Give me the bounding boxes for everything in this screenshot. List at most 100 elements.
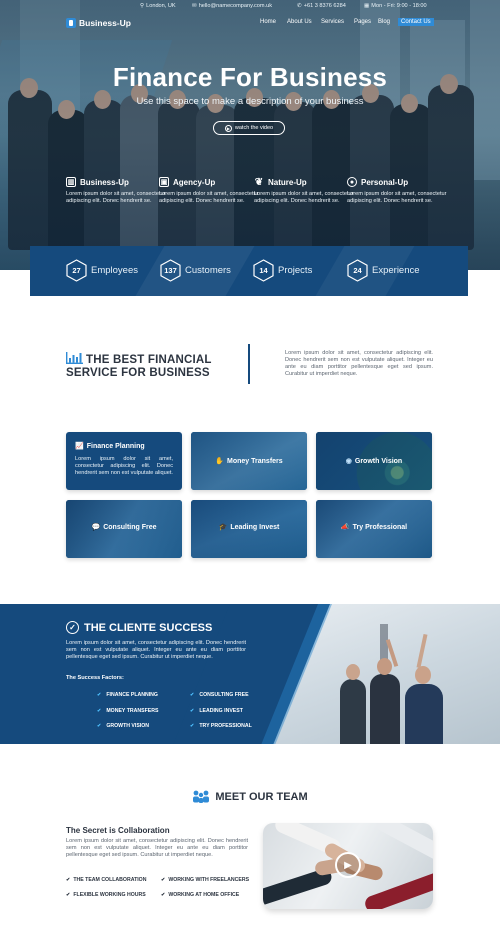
calendar-icon: ▦: [364, 3, 370, 9]
service-title: Money Transfers: [227, 457, 283, 465]
hero-section: [0, 0, 500, 270]
best-title-line-1: THE BEST FINANCIAL: [86, 354, 212, 366]
best-service-description: Lorem ipsum dolor sit amet, consectetur …: [285, 350, 433, 377]
team-people-icon: [193, 790, 210, 803]
stat-label: Experience: [372, 265, 420, 276]
hours-text: Mon - Fri: 9:00 - 18:00: [371, 3, 427, 9]
feature-title: Nature-Up: [268, 177, 307, 187]
hand-coin-icon: ✋: [215, 458, 225, 465]
service-card-leading-invest[interactable]: 🎓 Leading Invest: [191, 500, 307, 558]
stat-customers: 137 Customers: [160, 259, 231, 282]
client-success-title: THE CLIENTE SUCCESS: [84, 621, 213, 634]
service-card-try-professional[interactable]: 📣 Try Professional: [316, 500, 432, 558]
chart-icon: 📈: [75, 443, 84, 450]
phone-info[interactable]: ✆ +61 3 8376 6284: [297, 3, 346, 9]
megaphone-icon: 📣: [340, 524, 350, 531]
feature-description: Lorem ipsum dolor sit amet, consectetur …: [254, 191, 354, 204]
eye-icon: ◉: [345, 458, 352, 465]
service-card-finance-planning[interactable]: 📈 Finance Planning Lorem ipsum dolor sit …: [66, 432, 182, 490]
email-text[interactable]: hello@namecompany.com.uk: [199, 3, 272, 9]
brand-name: Business-Up: [79, 18, 131, 28]
check-circle-icon: ✓: [66, 621, 79, 634]
team-heading: MEET OUR TEAM: [0, 790, 500, 804]
team-feature-item: ✔ FLEXIBLE WORKING HOURS: [66, 892, 146, 898]
stat-label: Projects: [278, 265, 313, 276]
phone-text[interactable]: +61 3 8376 6284: [304, 3, 346, 9]
nav-about-us[interactable]: About Us: [287, 19, 312, 25]
feature-description: Lorem ipsum dolor sit amet, consectetur …: [347, 191, 447, 204]
success-factor-item: ✔ MONEY TRANSFERS: [97, 708, 159, 714]
check-icon: ✔: [190, 723, 195, 729]
envelope-icon: ✉: [192, 3, 197, 9]
stat-projects: 14 Projects: [253, 259, 312, 282]
leaf-icon: ❦: [254, 176, 264, 188]
bar-chart-icon: [66, 352, 83, 364]
nav-contact-us[interactable]: Contact Us: [398, 18, 434, 26]
stats-bar: 27 Employees 137 Customers 14 Projects 2…: [30, 246, 468, 296]
success-factors-label: The Success Factors:: [66, 675, 124, 681]
feature-business-up: ▥ Business-Up Lorem ipsum dolor sit amet,…: [66, 177, 166, 205]
service-title: Consulting Free: [103, 523, 157, 531]
team-feature-item: ✔ THE TEAM COLLABORATION: [66, 877, 147, 883]
service-card-growth-vision[interactable]: ◉ Growth Vision: [316, 432, 432, 490]
feature-agency-up: ▣ Agency-Up Lorem ipsum dolor sit amet, c…: [159, 177, 259, 205]
email-info[interactable]: ✉ hello@namecompany.com.uk: [192, 3, 272, 9]
watch-video-label: watch the video: [234, 125, 274, 131]
success-factor-item: ✔ LEADING INVEST: [190, 708, 243, 714]
service-card-consulting-free[interactable]: 💬 Consulting Free: [66, 500, 182, 558]
check-icon: ✔: [190, 708, 195, 714]
team-description: Lorem ipsum dolor sit amet, consectetur …: [66, 838, 248, 858]
check-icon: ✔: [97, 708, 102, 714]
client-success-heading: ✓ THE CLIENTE SUCCESS: [66, 621, 212, 634]
success-factor-item: ✔ GROWTH VISION: [97, 723, 150, 729]
nav-blog[interactable]: Blog: [378, 19, 390, 25]
location-pin-icon: ⚲: [140, 3, 145, 9]
hero-overlay: [0, 0, 500, 270]
stat-experience: 24 Experience: [347, 259, 420, 282]
feature-description: Lorem ipsum dolor sit amet, consectetur …: [159, 191, 259, 204]
service-title: Try Professional: [352, 523, 408, 531]
vertical-divider: [248, 344, 250, 384]
chat-icon: 💬: [91, 524, 101, 531]
hexagon-badge: 14: [253, 259, 274, 282]
service-title: Growth Vision: [354, 457, 403, 465]
location-text: London, UK: [146, 3, 176, 9]
stat-value: 137: [164, 266, 177, 275]
success-factor-item: ✔ FINANCE PLANNING: [97, 692, 158, 698]
watch-video-button[interactable]: ▶ watch the video: [213, 121, 285, 135]
feature-title: Personal-Up: [361, 177, 409, 187]
top-info-bar: ⚲ London, UK ✉ hello@namecompany.com.uk ✆ +…: [0, 3, 500, 14]
nav-services[interactable]: Services: [321, 19, 344, 25]
client-success-description: Lorem ipsum dolor sit amet, consectetur …: [66, 640, 246, 660]
image-icon: ▣: [159, 177, 169, 187]
play-icon: ▶: [224, 124, 232, 132]
building-icon: ▥: [66, 177, 76, 187]
stat-value: 14: [259, 266, 268, 275]
stat-value: 24: [353, 266, 362, 275]
user-icon: ●: [347, 177, 357, 187]
feature-nature-up: ❦ Nature-Up Lorem ipsum dolor sit amet, c…: [254, 177, 354, 205]
feature-description: Lorem ipsum dolor sit amet, consectetur …: [66, 191, 166, 204]
nav-pages[interactable]: Pages: [354, 19, 371, 25]
success-factor-item: ✔ CONSULTING FREE: [190, 692, 249, 698]
hero-title: Finance For Business: [112, 62, 388, 92]
brand-logo[interactable]: Business-Up: [66, 17, 131, 29]
check-icon: ✔: [97, 723, 102, 729]
check-icon: ✔: [66, 877, 71, 883]
hexagon-badge: 137: [160, 259, 181, 282]
logo-icon: [66, 18, 76, 28]
location-info: ⚲ London, UK: [140, 3, 176, 9]
hero-subtitle: Use this space to make a description of …: [136, 96, 364, 107]
hours-info: ▦ Mon - Fri: 9:00 - 18:00: [364, 3, 427, 9]
service-description: Lorem ipsum dolor sit amet, consectetur …: [75, 456, 173, 476]
team-title: MEET OUR TEAM: [215, 791, 308, 803]
stat-value: 27: [72, 266, 81, 275]
team-feature-item: ✔ WORKING AT HOME OFFICE: [161, 892, 240, 898]
feature-title: Agency-Up: [173, 177, 216, 187]
service-card-money-transfers[interactable]: ✋ Money Transfers: [191, 432, 307, 490]
check-icon: ✔: [97, 692, 102, 698]
service-title: Leading Invest: [230, 523, 280, 531]
nav-home[interactable]: Home: [260, 19, 276, 25]
play-video-button[interactable]: ▶: [335, 852, 361, 878]
stat-label: Customers: [185, 265, 231, 276]
